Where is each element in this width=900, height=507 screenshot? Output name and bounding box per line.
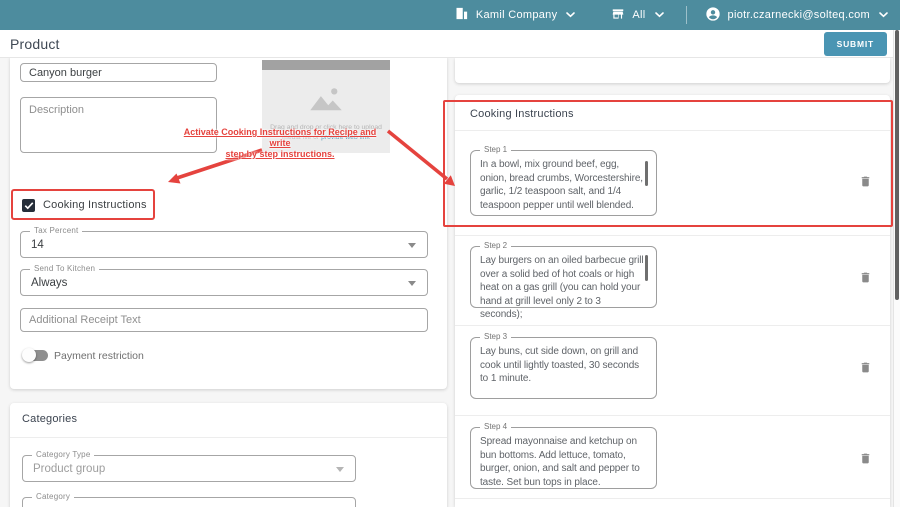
- chevron-down-icon: [566, 9, 575, 21]
- trash-icon: [859, 360, 872, 375]
- description-input[interactable]: [20, 97, 217, 153]
- step-2-field[interactable]: Step 2 Lay burgers on an oiled barbecue …: [470, 246, 657, 308]
- store-icon: [611, 7, 625, 24]
- building-icon: [454, 6, 469, 24]
- image-placeholder-icon: [308, 86, 344, 117]
- send-to-kitchen-select[interactable]: Send To Kitchen Always: [20, 269, 428, 296]
- delete-step-3-button[interactable]: [856, 360, 874, 378]
- payment-restriction-label: Payment restriction: [54, 350, 144, 362]
- previous-card-bottom: [455, 58, 890, 83]
- trash-icon: [859, 174, 872, 189]
- page-title: Product: [0, 36, 60, 52]
- divider: [455, 325, 890, 326]
- tax-percent-select[interactable]: Tax Percent 14: [20, 231, 428, 258]
- product-page: Kamil Company All piotr.czarnecki@solteq…: [0, 0, 900, 507]
- chevron-down-icon: [879, 9, 888, 21]
- delete-step-1-button[interactable]: [856, 174, 874, 192]
- send-to-kitchen-value: Always: [31, 270, 67, 295]
- top-header: Kamil Company All piotr.czarnecki@solteq…: [0, 0, 900, 30]
- product-name-input[interactable]: [20, 63, 217, 82]
- store-name: All: [632, 9, 645, 21]
- textarea-scrollbar[interactable]: [645, 161, 648, 186]
- toggle-knob: [22, 348, 36, 362]
- chevron-down-icon: [655, 9, 664, 21]
- step-3-field[interactable]: Step 3 Lay buns, cut side down, on grill…: [470, 337, 657, 399]
- trash-icon: [859, 451, 872, 466]
- step-4-field[interactable]: Step 4 Spread mayonnaise and ketchup on …: [470, 427, 657, 489]
- divider: [455, 498, 890, 499]
- divider: [455, 235, 890, 236]
- check-icon: [24, 201, 34, 210]
- image-upload-dropzone[interactable]: Drag and drop or click here to upload me…: [262, 60, 390, 153]
- user-email: piotr.czarnecki@solteq.com: [728, 9, 870, 21]
- dropdown-caret-icon: [408, 281, 416, 286]
- account-icon: [705, 6, 721, 25]
- step-4-label: Step 4: [480, 422, 511, 431]
- trash-icon: [859, 270, 872, 285]
- step-2-text[interactable]: Lay burgers on an oiled barbecue grill o…: [471, 247, 656, 322]
- divider: [455, 415, 890, 416]
- dropdown-caret-icon: [408, 243, 416, 248]
- categories-title: Categories: [22, 413, 77, 425]
- step-1-text[interactable]: In a bowl, mix ground beef, egg, onion, …: [471, 151, 656, 212]
- provide-web-link[interactable]: provide web link: [321, 134, 370, 141]
- category-label: Category: [32, 492, 74, 501]
- cooking-instructions-checkbox[interactable]: [22, 199, 35, 212]
- payment-restriction-toggle[interactable]: [24, 350, 48, 361]
- categories-card: Categories Category Type Product group C…: [10, 403, 447, 507]
- step-4-text[interactable]: Spread mayonnaise and ketchup on bun bot…: [471, 428, 656, 489]
- dropdown-caret-icon: [336, 467, 344, 472]
- store-selector[interactable]: All: [611, 7, 663, 24]
- company-name: Kamil Company: [476, 9, 558, 21]
- divider: [455, 130, 890, 131]
- additional-receipt-text-input[interactable]: [20, 308, 428, 332]
- step-1-field[interactable]: Step 1 In a bowl, mix ground beef, egg, …: [470, 150, 657, 216]
- category-select[interactable]: Category: [22, 497, 356, 507]
- step-3-text[interactable]: Lay buns, cut side down, on grill and co…: [471, 338, 656, 386]
- account-menu[interactable]: piotr.czarnecki@solteq.com: [705, 6, 888, 25]
- tax-percent-value: 14: [31, 232, 44, 257]
- header-divider: [686, 6, 687, 24]
- category-type-value: Product group: [33, 456, 105, 481]
- delete-step-4-button[interactable]: [856, 451, 874, 469]
- scrollbar-thumb[interactable]: [895, 30, 899, 300]
- submit-button[interactable]: SUBMIT: [824, 32, 887, 56]
- step-2-label: Step 2: [480, 241, 511, 250]
- cooking-instructions-checkbox-label: Cooking Instructions: [43, 199, 147, 211]
- cooking-instructions-card: Cooking Instructions Step 1 In a bowl, m…: [455, 95, 890, 507]
- page-scrollbar[interactable]: [893, 30, 900, 507]
- upload-header-bar: [262, 60, 390, 70]
- page-toolbar: Product SUBMIT: [0, 30, 900, 58]
- cooking-instructions-title: Cooking Instructions: [470, 108, 574, 120]
- textarea-scrollbar[interactable]: [645, 255, 648, 281]
- delete-step-2-button[interactable]: [856, 270, 874, 288]
- step-3-label: Step 3: [480, 332, 511, 341]
- divider: [10, 437, 447, 438]
- company-selector[interactable]: Kamil Company: [454, 6, 576, 24]
- upload-caption: Drag and drop or click here to upload me…: [262, 123, 390, 143]
- step-1-label: Step 1: [480, 145, 511, 154]
- product-details-card: Drag and drop or click here to upload me…: [10, 57, 447, 389]
- category-type-select[interactable]: Category Type Product group: [22, 455, 356, 482]
